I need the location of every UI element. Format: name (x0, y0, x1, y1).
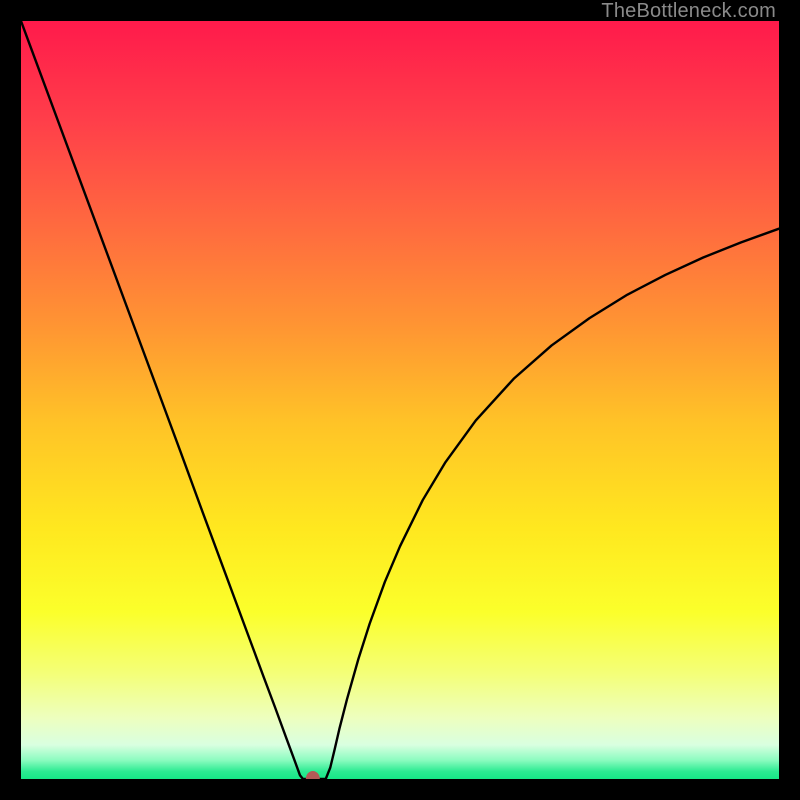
gradient-background (21, 21, 779, 779)
watermark-text: TheBottleneck.com (601, 0, 776, 23)
plot-area (21, 21, 779, 779)
chart-svg (21, 21, 779, 779)
chart-frame: TheBottleneck.com (0, 0, 800, 800)
